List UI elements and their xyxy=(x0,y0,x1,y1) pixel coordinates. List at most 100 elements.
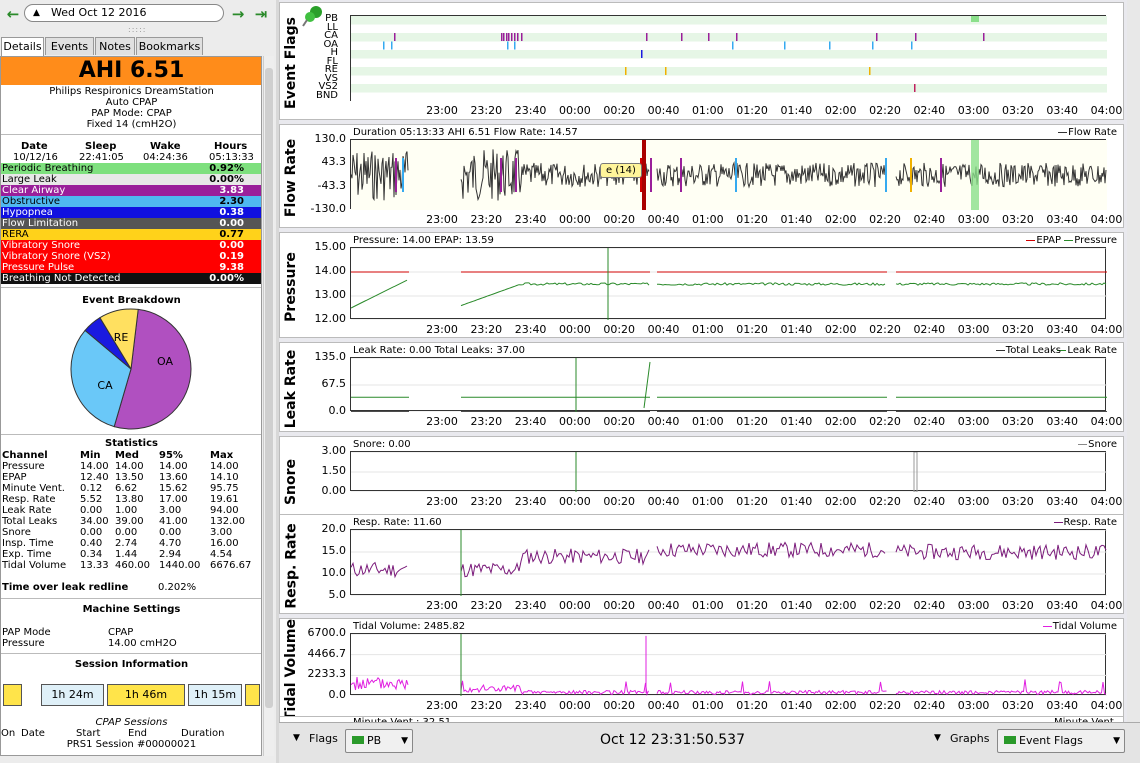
stat-cell: 14.00 xyxy=(80,461,109,472)
flag-swatch xyxy=(352,736,364,744)
event-index-value: 9.38 xyxy=(219,262,244,273)
x-tick-label: 02:40 xyxy=(913,599,946,612)
legend-swatch xyxy=(1064,239,1074,241)
x-tick-label: 03:00 xyxy=(957,699,990,712)
plot-area[interactable] xyxy=(350,139,1107,211)
pressure-chart[interactable]: Pressure Pressure: 14.00 EPAP: 13.59 15.00… xyxy=(279,232,1124,338)
stat-cell: Snore xyxy=(2,527,31,538)
resp-rate-chart[interactable]: Resp. Rate Resp. Rate: 11.60 20.0 15.0 10.0 5… xyxy=(279,514,1124,614)
flags-expand-icon[interactable]: ▼ xyxy=(293,733,300,743)
plot-svg xyxy=(351,357,1107,413)
next-day-icon[interactable]: → xyxy=(229,5,247,23)
event-index-name: Large Leak xyxy=(2,174,57,185)
y-tick-label: 67.5 xyxy=(321,377,347,390)
x-tick-label: 03:40 xyxy=(1046,415,1079,428)
legend-entry: Total Leaks xyxy=(995,345,1061,356)
x-tick-label: 00:00 xyxy=(559,213,591,226)
pressure-setting: Fixed 14 (cmH2O) xyxy=(86,119,177,130)
tab-details[interactable]: Details xyxy=(1,37,44,56)
tab-notes[interactable]: Notes xyxy=(95,37,135,55)
scrollbar-thumb[interactable] xyxy=(265,68,273,708)
x-tick-label: 23:20 xyxy=(470,599,503,612)
plot-area[interactable] xyxy=(350,529,1107,597)
session-bar-gap[interactable] xyxy=(3,684,22,706)
legend-entry: Pressure xyxy=(1064,235,1117,246)
x-tick-label: 04:00 xyxy=(1090,213,1123,226)
x-tick-label: 00:00 xyxy=(559,699,591,712)
y-tick-label: 0.0 xyxy=(328,688,347,701)
prev-day-icon[interactable]: ← xyxy=(4,5,22,23)
tab-events[interactable]: Events xyxy=(45,37,94,55)
plot-area[interactable] xyxy=(350,633,1107,697)
chart-title: Duration 05:13:33 AHI 6.51 Flow Rate: 14… xyxy=(353,127,578,138)
legend-entry: Snore xyxy=(1078,439,1117,450)
graphs-combo[interactable]: Event Flags ▼ xyxy=(997,729,1125,753)
plot-area[interactable] xyxy=(350,451,1107,493)
y-axis-label-text: Resp. Rate xyxy=(283,523,300,609)
stat-cell: 0.00 xyxy=(159,527,182,538)
stat-cell: 14.10 xyxy=(210,472,239,483)
event-flags-plot[interactable] xyxy=(350,15,1107,101)
cursor-time: Oct 12 23:31:50.537 xyxy=(600,732,745,748)
session-bar-gap[interactable] xyxy=(245,684,260,706)
x-tick-label: 04:00 xyxy=(1090,699,1123,712)
event-flags-chart[interactable]: Event Flags PB LL CA OA H FL RE VS VS2 BND 23:00 23:… xyxy=(279,2,1124,120)
x-tick-label: 02:40 xyxy=(913,213,946,226)
leak-rate-chart[interactable]: Leak Rate Leak Rate: 0.00 Total Leaks: 37… xyxy=(279,342,1124,432)
plot-area[interactable] xyxy=(350,357,1107,413)
stat-cell: 5.52 xyxy=(80,494,103,505)
stat-cell: 1.00 xyxy=(115,505,138,516)
tidal-volume-chart[interactable]: Tidal Volume Tidal Volume: 2485.82 6700.0 4… xyxy=(279,618,1124,721)
graph-swatch xyxy=(1004,736,1016,744)
plot-area[interactable] xyxy=(350,247,1107,321)
event-breakdown-pie: CA OA RE xyxy=(70,308,192,430)
splitter-grip[interactable]: ::::: xyxy=(128,25,146,34)
plot-svg xyxy=(350,247,1107,321)
x-tick-label: 03:00 xyxy=(957,213,990,226)
flow-rate-chart[interactable]: Flow Rate Duration 05:13:33 AHI 6.51 Flow… xyxy=(279,124,1124,228)
tab-bookmarks[interactable]: Bookmarks xyxy=(136,37,203,55)
snore-chart[interactable]: Snore Snore: 0.00 3.00 1.50 0.00 23:00 23:20 23… xyxy=(279,436,1124,524)
graphs-scrollbar[interactable] xyxy=(1127,0,1140,722)
plot-svg xyxy=(350,139,1107,211)
event-index-row: Periodic Breathing 0.92% xyxy=(1,163,261,174)
pin-icon[interactable] xyxy=(302,5,324,27)
x-tick-label: 01:00 xyxy=(691,415,724,428)
flag-mark xyxy=(641,50,643,58)
x-tick-label: 00:20 xyxy=(603,495,636,508)
x-tick-label: 00:20 xyxy=(603,699,636,712)
last-day-icon[interactable]: ⇥ xyxy=(252,5,270,23)
event-index-name: Vibratory Snore (VS2) xyxy=(2,251,111,262)
x-tick-label: 00:00 xyxy=(559,415,591,428)
tidal-volume-line xyxy=(350,676,409,691)
left-sidebar: ← ▲ Wed Oct 12 2016 → ⇥ ::::: Details Eve… xyxy=(0,0,276,763)
session-bar[interactable]: 1h 15m xyxy=(188,684,242,706)
stat-header: Max xyxy=(210,450,234,461)
details-scrollbar[interactable] xyxy=(263,56,274,756)
stat-cell: 16.00 xyxy=(210,538,239,549)
graphs-expand-icon[interactable]: ▼ xyxy=(934,733,941,743)
session-bar[interactable]: 1h 46m xyxy=(107,684,185,706)
x-tick-label: 04:00 xyxy=(1090,495,1123,508)
x-tick-label: 01:20 xyxy=(736,213,768,226)
event-index-row: Vibratory Snore 0.00 xyxy=(1,240,261,251)
flag-mark xyxy=(869,67,871,75)
col-date: Date xyxy=(21,728,45,739)
session-bar[interactable]: 1h 24m xyxy=(41,684,104,706)
x-tick-label: 23:20 xyxy=(470,699,503,712)
y-tick-label: 15.00 xyxy=(314,240,347,253)
stat-cell: 1440.00 xyxy=(159,560,201,571)
calendar-toggle-icon[interactable]: ▲ xyxy=(33,5,40,21)
wake-time: 04:24:36 xyxy=(143,152,188,163)
col-wake-header: Wake xyxy=(150,141,181,152)
flag-mark xyxy=(983,33,985,41)
flags-combo[interactable]: PB ▼ xyxy=(345,729,413,753)
stat-cell: EPAP xyxy=(2,472,27,483)
y-tick-label: -43.3 xyxy=(317,178,346,192)
chart-title: Resp. Rate: 11.60 xyxy=(353,517,442,528)
date-picker[interactable]: ▲ Wed Oct 12 2016 xyxy=(24,4,224,22)
legend-text: Snore xyxy=(1088,439,1117,450)
x-tick-label: 02:20 xyxy=(869,495,901,508)
plot-svg xyxy=(350,633,1107,697)
flag-mark xyxy=(514,41,516,50)
